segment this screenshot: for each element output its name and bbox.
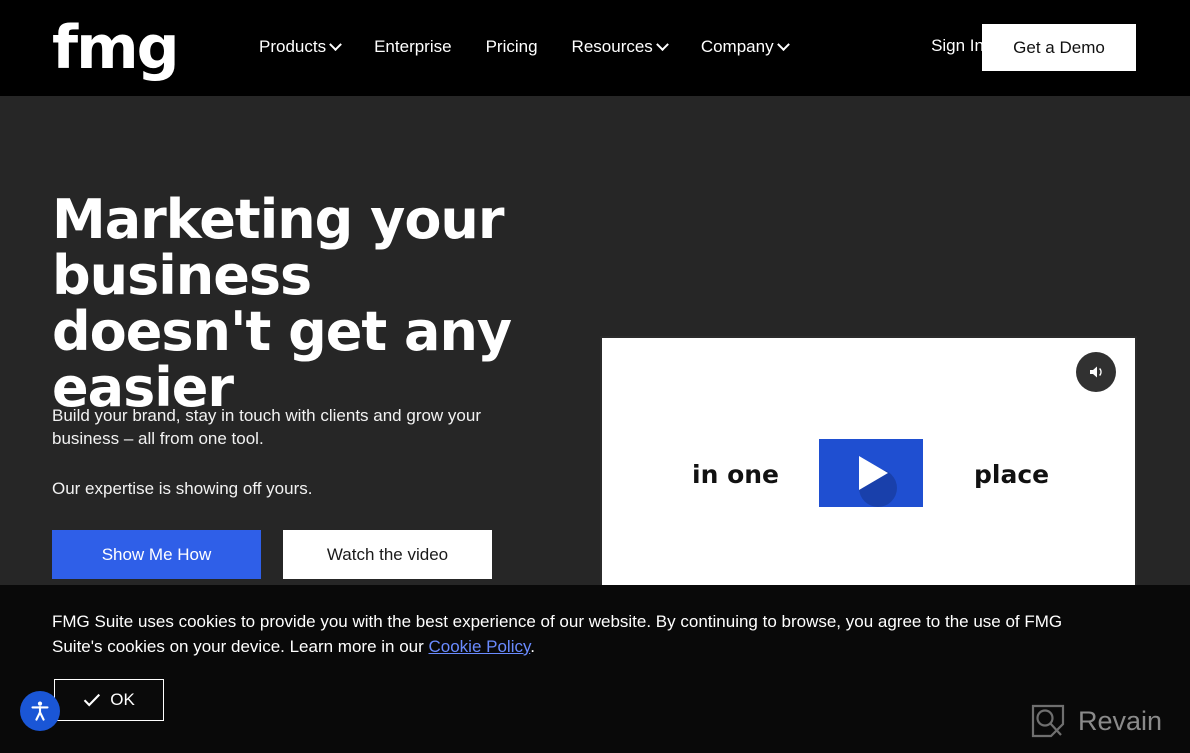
check-icon — [83, 693, 101, 707]
hero-subtext-secondary: Our expertise is showing off yours. — [52, 479, 313, 498]
watch-the-video-button[interactable]: Watch the video — [283, 530, 492, 579]
nav-item-label: Company — [700, 37, 774, 56]
site-header: fmg Products Enterprise Pricing Resource… — [0, 0, 1190, 96]
chevron-down-icon — [655, 37, 669, 51]
cookie-consent-banner: FMG Suite uses cookies to provide you wi… — [0, 585, 1190, 753]
play-icon — [859, 456, 888, 490]
sign-in-link[interactable]: Sign In — [931, 36, 984, 56]
page-root: fmg Products Enterprise Pricing Resource… — [0, 0, 1190, 753]
speaker-muted-icon — [1090, 366, 1102, 378]
main-navigation: Products Enterprise Pricing Resources Co… — [259, 34, 790, 60]
video-play-overlay[interactable] — [819, 439, 923, 507]
video-word-left: in one — [692, 460, 779, 489]
chevron-down-icon — [329, 37, 342, 51]
unmute-button[interactable] — [1076, 352, 1116, 392]
revain-watermark: Revain — [1030, 703, 1162, 739]
cookie-ok-button[interactable]: OK — [54, 679, 164, 721]
video-word-right: place — [974, 460, 1050, 489]
cookie-policy-link[interactable]: Cookie Policy — [429, 637, 531, 656]
revain-watermark-text: Revain — [1077, 705, 1162, 736]
fmg-logo-text: fmg — [52, 13, 180, 83]
nav-item-resources[interactable]: Resources — [571, 34, 669, 60]
cookie-text-before-link: FMG Suite uses cookies to provide you wi… — [52, 612, 1063, 656]
cookie-text-after-link: . — [530, 637, 535, 656]
get-a-demo-button[interactable]: Get a Demo — [982, 24, 1136, 71]
nav-item-pricing[interactable]: Pricing — [486, 34, 538, 60]
show-me-how-button[interactable]: Show Me How — [52, 530, 261, 579]
cookie-ok-label: OK — [110, 690, 135, 709]
hero-cta-group: Show Me How Watch the video — [52, 530, 492, 579]
nav-item-company[interactable]: Company — [700, 34, 790, 60]
nav-item-label: Products — [259, 37, 327, 56]
nav-item-label: Resources — [571, 37, 653, 56]
chevron-down-icon — [776, 37, 790, 51]
fmg-logo[interactable]: fmg — [52, 16, 180, 80]
accessibility-widget-button[interactable] — [20, 691, 60, 731]
accessibility-person-icon — [31, 701, 49, 721]
nav-item-enterprise[interactable]: Enterprise — [374, 34, 451, 60]
nav-item-products[interactable]: Products — [259, 34, 342, 60]
revain-logo-icon — [1031, 704, 1065, 738]
hero-subtext-primary: Build your brand, stay in touch with cli… — [52, 406, 482, 448]
page-title: Marketing your business doesn't get any … — [52, 188, 512, 419]
nav-item-label: Enterprise — [374, 37, 452, 56]
nav-item-label: Pricing — [485, 37, 538, 56]
cookie-banner-text: FMG Suite uses cookies to provide you wi… — [52, 609, 1112, 659]
hero-section: Marketing your business doesn't get any … — [0, 96, 1190, 636]
